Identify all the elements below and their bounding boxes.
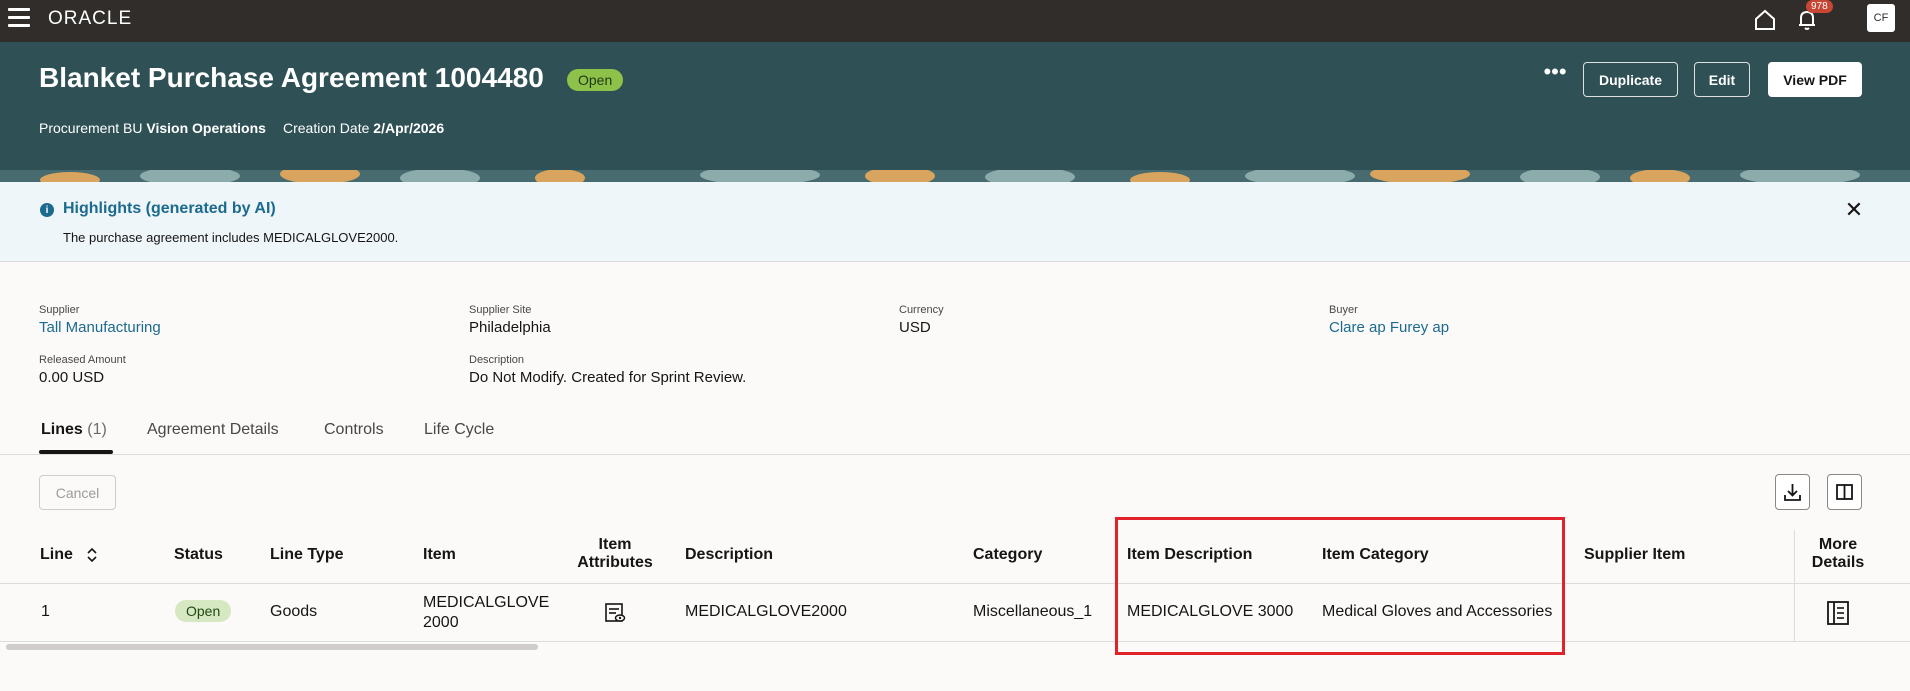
tab-lines[interactable]: Lines (1) xyxy=(41,421,107,439)
description-field: Description Do Not Modify. Created for S… xyxy=(469,354,746,386)
page-header: Blanket Purchase Agreement 1004480 Open … xyxy=(0,42,1910,170)
procurement-bu-label: Procurement BU xyxy=(39,120,143,136)
ai-highlights-banner: i Highlights (generated by AI) The purch… xyxy=(0,182,1910,262)
currency-value: USD xyxy=(899,319,931,336)
col-header-item-attributes-line2: Attributes xyxy=(577,554,653,571)
supplier-site-value: Philadelphia xyxy=(469,319,551,336)
col-header-more-details-line1: More xyxy=(1818,536,1858,553)
supplier-site-label: Supplier Site xyxy=(469,304,532,316)
highlight-box xyxy=(1115,517,1565,655)
tab-lines-label: Lines xyxy=(41,421,83,438)
duplicate-button[interactable]: Duplicate xyxy=(1583,62,1678,97)
col-header-more-details: More Details xyxy=(1801,536,1875,572)
tab-life-cycle[interactable]: Life Cycle xyxy=(424,421,494,439)
released-amount-value: 0.00 USD xyxy=(39,369,105,386)
col-header-status: Status xyxy=(174,546,223,563)
download-icon xyxy=(1784,484,1801,501)
notification-badge: 978 xyxy=(1806,0,1833,13)
item-attributes-icon[interactable] xyxy=(602,601,628,625)
banner-text: The purchase agreement includes MEDICALG… xyxy=(63,230,399,245)
cell-item: MEDICALGLOVE 2000 xyxy=(423,593,549,633)
banner-title: Highlights (generated by AI) xyxy=(63,200,276,217)
edit-button[interactable]: Edit xyxy=(1694,62,1750,97)
description-value: Do Not Modify. Created for Sprint Review… xyxy=(469,369,747,386)
cancel-button[interactable]: Cancel xyxy=(39,475,116,510)
status-badge: Open xyxy=(567,69,624,91)
cell-line-type: Goods xyxy=(270,603,318,620)
buyer-field: Buyer Clare ap Furey ap xyxy=(1329,304,1449,336)
columns-icon xyxy=(1836,484,1853,500)
supplier-site-field: Supplier Site Philadelphia xyxy=(469,304,551,336)
currency-field: Currency USD xyxy=(899,304,944,336)
cell-item-line2: 2000 xyxy=(423,614,459,631)
tab-agreement-details[interactable]: Agreement Details xyxy=(147,421,279,439)
cell-description: MEDICALGLOVE2000 xyxy=(685,603,847,620)
global-header: ORACLE 978 CF xyxy=(0,0,1910,42)
row-status-badge: Open xyxy=(175,600,232,622)
supplier-link[interactable]: Tall Manufacturing xyxy=(39,319,161,336)
buyer-label: Buyer xyxy=(1329,304,1358,316)
cell-line: 1 xyxy=(41,603,50,620)
col-header-line-label: Line xyxy=(40,546,73,563)
active-tab-indicator xyxy=(39,450,113,454)
header-divider xyxy=(0,583,1910,584)
cell-item-line1: MEDICALGLOVE xyxy=(423,594,550,611)
col-header-category: Category xyxy=(973,546,1043,563)
page-title: Blanket Purchase Agreement 1004480 xyxy=(39,62,544,93)
sort-icon[interactable] xyxy=(85,547,99,563)
procurement-bu-value: Vision Operations xyxy=(146,120,266,136)
hamburger-menu-icon[interactable] xyxy=(8,8,30,28)
procurement-bu: Procurement BU Vision Operations xyxy=(39,120,266,136)
columns-button[interactable] xyxy=(1827,474,1862,510)
col-header-item-attributes: Item Attributes xyxy=(575,536,655,572)
creation-date: Creation Date 2/Apr/2026 xyxy=(283,120,444,136)
supplier-field: Supplier Tall Manufacturing xyxy=(39,304,161,336)
col-header-item-attributes-line1: Item xyxy=(598,536,632,553)
home-icon[interactable] xyxy=(1750,5,1780,35)
buyer-link[interactable]: Clare ap Furey ap xyxy=(1329,319,1449,336)
tab-controls[interactable]: Controls xyxy=(324,421,384,439)
col-header-more-details-line2: Details xyxy=(1811,554,1865,571)
released-amount-label: Released Amount xyxy=(39,354,126,366)
description-label: Description xyxy=(469,354,525,366)
horizontal-scrollbar[interactable] xyxy=(6,644,538,650)
col-header-line[interactable]: Line xyxy=(40,546,99,564)
creation-date-value: 2/Apr/2026 xyxy=(373,120,445,136)
col-header-description: Description xyxy=(685,546,774,563)
view-pdf-button[interactable]: View PDF xyxy=(1768,62,1862,97)
tab-lines-count: (1) xyxy=(87,421,107,438)
header-pattern xyxy=(0,170,1910,182)
more-actions-button[interactable]: ••• xyxy=(1542,61,1568,90)
info-icon: i xyxy=(40,203,54,217)
creation-date-label: Creation Date xyxy=(283,120,370,136)
close-icon[interactable]: ✕ xyxy=(1840,196,1868,224)
col-header-supplier-item: Supplier Item xyxy=(1584,546,1686,563)
supplier-label: Supplier xyxy=(39,304,80,316)
currency-label: Currency xyxy=(899,304,944,316)
released-amount-field: Released Amount 0.00 USD xyxy=(39,354,126,386)
row-divider xyxy=(0,641,1910,642)
export-button[interactable] xyxy=(1775,474,1810,510)
col-header-item: Item xyxy=(423,546,456,563)
col-header-line-type: Line Type xyxy=(270,546,344,563)
oracle-logo: ORACLE xyxy=(48,8,133,29)
column-divider xyxy=(1794,530,1795,642)
tab-bar: Lines (1) Agreement Details Controls Lif… xyxy=(0,415,1910,455)
more-details-icon[interactable] xyxy=(1824,599,1852,627)
cell-category: Miscellaneous_1 xyxy=(973,603,1093,620)
user-avatar[interactable]: CF xyxy=(1867,4,1895,32)
